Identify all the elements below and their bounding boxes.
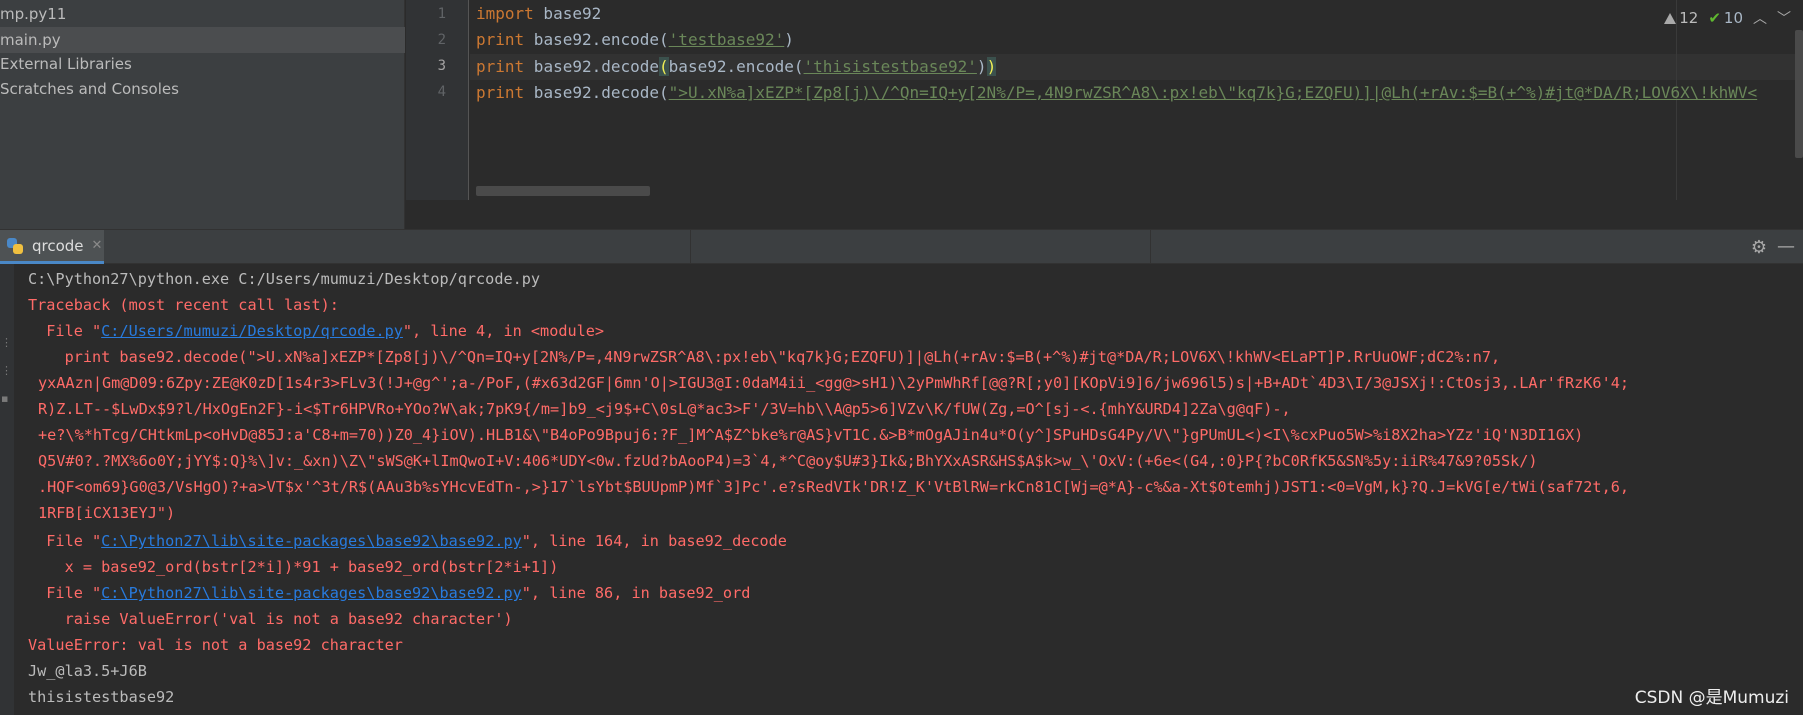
- console-line: x = base92_ord(bstr[2*i])*91 + base92_or…: [28, 558, 559, 576]
- top-area: mp.py11 main.py External Libraries Scrat…: [0, 0, 1803, 229]
- print-icon[interactable]: ▪: [1, 392, 11, 406]
- code-editor[interactable]: 1 2 3 4 import base92 print base92.encod…: [406, 0, 1803, 229]
- frame-text: ", line 164, in base92_decode: [521, 532, 787, 550]
- warnings-count-text: 12: [1679, 9, 1699, 27]
- header-divider: [690, 230, 691, 264]
- file-link[interactable]: C:\Python27\lib\site-packages\base92\bas…: [101, 532, 522, 550]
- line-gutter: 1 2 3 4: [406, 0, 469, 200]
- frame-text: File ": [28, 532, 102, 550]
- console-line: +e?\%*hTcg/CHtkmLp<oHvD@85J:a'C8+m=70))Z…: [38, 426, 1584, 444]
- console-line: R)Z.LT--$LwDx$9?l/HxOgEn2F}-i<$Tr6HPVRo+…: [38, 400, 1291, 418]
- string-literal: 'thisistestbase92': [803, 57, 977, 76]
- file-link[interactable]: C:\Python27\lib\site-packages\base92\bas…: [101, 584, 522, 602]
- code-line-1[interactable]: import base92: [476, 1, 1798, 27]
- keyword: print: [476, 30, 525, 49]
- console-line: yxAAzn|Gm@D09:6Zpy:ZE@K0zD[1s4r3>FLv3(!J…: [38, 374, 1629, 392]
- code-text: ): [784, 30, 794, 49]
- ok-count[interactable]: ✔ 10: [1708, 9, 1743, 27]
- console-line: Jw_@la3.5+J6B: [28, 662, 147, 680]
- tree-item-scratches-consoles[interactable]: Scratches and Consoles: [0, 76, 405, 102]
- frame-text: ", line 86, in base92_ord: [521, 584, 751, 602]
- string-literal: 'testbase92': [668, 30, 785, 49]
- frame-text: File ": [28, 584, 102, 602]
- line-number: 4: [437, 84, 446, 100]
- frame-text: File ": [28, 322, 102, 340]
- tree-item-main-py[interactable]: main.py: [0, 27, 405, 53]
- error-message: ValueError: val is not a base92 characte…: [28, 636, 403, 654]
- code-line-3[interactable]: print base92.decode(base92.encode('thisi…: [476, 54, 1798, 80]
- keyword: print: [476, 57, 525, 76]
- horizontal-scrollbar[interactable]: [476, 186, 650, 196]
- console-line: .HQF<om69}G0@3/VsHgO)?+a>VT$x'^3t/R$(AAu…: [38, 478, 1629, 496]
- console-line: print base92.decode(">U.xN%a]xEZP*[Zp8[j…: [28, 348, 1501, 366]
- console-line: raise ValueError('val is not a base92 ch…: [28, 610, 513, 628]
- string-literal: ">U.xN%a]xEZP*[Zp8[j)\/^Qn=IQ+y[2N%/P=,4…: [668, 83, 1758, 102]
- rerun-icon[interactable]: ⋮: [1, 364, 12, 378]
- project-tree: mp.py11 main.py External Libraries Scrat…: [0, 0, 405, 229]
- console-line: thisistestbase92: [28, 688, 175, 706]
- close-icon[interactable]: ✕: [92, 238, 103, 253]
- console-line: Traceback (most recent call last):: [28, 296, 339, 314]
- ok-count-text: 10: [1723, 9, 1743, 27]
- chevron-down-icon[interactable]: ﹀: [1777, 8, 1791, 28]
- matched-bracket: (: [659, 57, 669, 76]
- console-line: 1RFB[iCX13EYJ"): [38, 504, 176, 522]
- code-line-4[interactable]: print base92.decode(">U.xN%a]xEZP*[Zp8[j…: [476, 80, 1798, 106]
- file-link[interactable]: C:/Users/mumuzi/Desktop/qrcode.py: [101, 322, 403, 340]
- scroll-icon[interactable]: ⋮: [1, 336, 12, 350]
- tab-qrcode[interactable]: qrcode ✕: [0, 230, 104, 264]
- warning-icon: [1664, 13, 1677, 24]
- code-text: base92.encode(: [668, 57, 804, 76]
- run-panel-header: qrcode ✕ ⚙ —: [0, 229, 1803, 264]
- line-number: 2: [437, 32, 446, 48]
- console-line: File "C:\Python27\lib\site-packages\base…: [28, 580, 1798, 606]
- matched-bracket: ): [986, 57, 997, 76]
- header-divider: [1150, 230, 1151, 264]
- console-line: Q5V#0?.?MX%6o0Y;jYY$:Q}%\]v:_&xn)\Z\"sWS…: [38, 452, 1538, 470]
- code-text: base92.decode: [524, 57, 660, 76]
- warnings-count[interactable]: 12: [1664, 9, 1698, 27]
- check-icon: ✔: [1708, 9, 1721, 27]
- minimize-icon[interactable]: —: [1777, 236, 1795, 257]
- console-line: File "C:\Python27\lib\site-packages\base…: [28, 528, 1798, 554]
- line-number: 3: [437, 58, 446, 74]
- gear-icon[interactable]: ⚙: [1751, 237, 1767, 258]
- console-line: C:\Python27\python.exe C:/Users/mumuzi/D…: [28, 270, 541, 288]
- line-number: 1: [437, 6, 446, 22]
- python-icon: [6, 237, 24, 255]
- console-line: File "C:/Users/mumuzi/Desktop/qrcode.py"…: [28, 318, 1798, 344]
- console-output[interactable]: ⋮ ⋮ ▪ C:\Python27\python.exe C:/Users/mu…: [0, 264, 1803, 715]
- code-text: base92.encode(: [524, 30, 669, 49]
- vertical-scrollbar[interactable]: [1795, 30, 1803, 158]
- console-toolbar: ⋮ ⋮ ▪: [0, 264, 14, 715]
- code-line-2[interactable]: print base92.encode('testbase92'): [476, 27, 1798, 53]
- inspection-widget[interactable]: 12 ✔ 10 ︿ ﹀: [1664, 8, 1791, 28]
- code-text: base92.decode(: [524, 83, 669, 102]
- code-text: ): [976, 57, 987, 76]
- tab-label: qrcode: [32, 236, 84, 255]
- watermark: CSDN @是Mumuzi: [1634, 688, 1789, 708]
- keyword: print: [476, 83, 525, 102]
- code-text: base92: [533, 4, 602, 23]
- keyword: import: [476, 4, 534, 23]
- frame-text: ", line 4, in <module>: [402, 322, 605, 340]
- chevron-up-icon[interactable]: ︿: [1753, 8, 1767, 28]
- tree-item-mp-py11[interactable]: mp.py11: [0, 1, 405, 27]
- tree-item-external-libraries[interactable]: External Libraries: [0, 51, 405, 77]
